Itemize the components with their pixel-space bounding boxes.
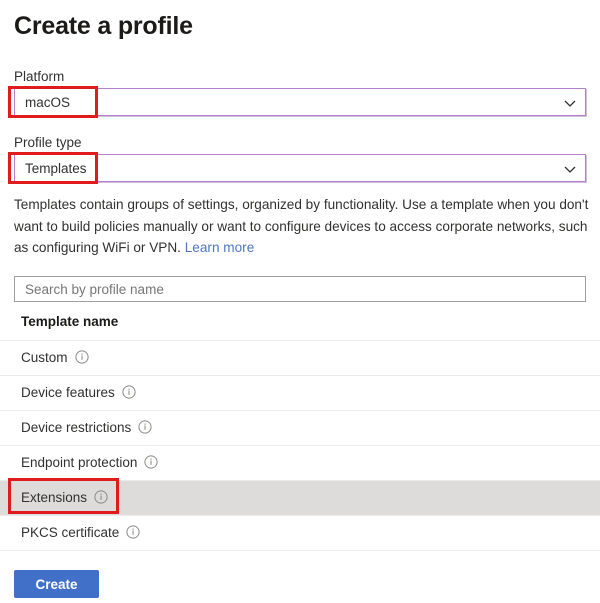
template-name-label: PKCS certificate [21,525,120,540]
profile-type-dropdown-value: Templates [25,161,87,176]
table-row[interactable]: PKCS certificate [0,516,600,551]
info-circle-icon[interactable] [126,525,140,539]
template-name-label: Device restrictions [21,420,132,435]
profile-type-label: Profile type [14,135,82,150]
profile-type-description: Templates contain groups of settings, or… [14,194,590,259]
platform-label: Platform [14,69,65,84]
table-row[interactable]: Device restrictions [0,411,600,446]
table-body: Custom Device features Device restrictions… [0,341,600,551]
table-row[interactable]: Custom [0,341,600,376]
search-input[interactable] [23,277,577,303]
info-circle-icon[interactable] [122,385,136,399]
table-header: Template name [0,308,600,341]
platform-dropdown[interactable]: macOS [14,88,586,116]
platform-dropdown-value: macOS [25,95,71,110]
chevron-down-icon [563,96,577,110]
profile-type-dropdown[interactable]: Templates [14,154,586,182]
template-name-label: Extensions [21,490,88,505]
template-name-label: Endpoint protection [21,455,138,470]
description-text: Templates contain groups of settings, or… [14,197,589,255]
page-title: Create a profile [14,12,193,40]
table-row[interactable]: Extensions [0,481,600,516]
table-row[interactable]: Endpoint protection [0,446,600,481]
info-circle-icon[interactable] [75,350,89,364]
template-name-label: Device features [21,385,115,400]
create-profile-pane: Create a profile Platform macOS Profile … [0,0,600,603]
info-circle-icon[interactable] [94,490,108,504]
info-circle-icon[interactable] [138,420,152,434]
template-list: Template name Custom Device features Devic… [0,308,600,551]
template-name-label: Custom [21,350,68,365]
search-box[interactable] [14,276,586,303]
column-header-template-name: Template name [21,314,119,329]
table-row[interactable]: Device features [0,376,600,411]
info-circle-icon[interactable] [144,455,158,469]
chevron-down-icon [563,162,577,176]
create-button[interactable]: Create [14,570,99,598]
learn-more-link[interactable]: Learn more [185,240,255,255]
